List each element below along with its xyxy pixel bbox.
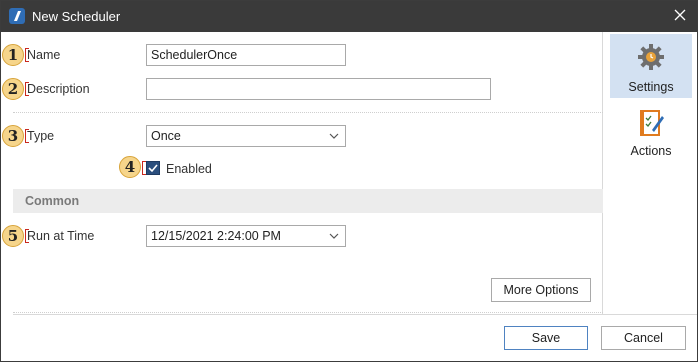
name-input[interactable]: SchedulerOnce [146,44,346,66]
window-title: New Scheduler [32,9,121,24]
callout-badge-5: 5 [2,225,24,247]
callout-badge-4: 4 [119,156,141,178]
run-at-time-picker[interactable]: 12/15/2021 2:24:00 PM [146,225,346,247]
type-select[interactable]: Once [146,125,346,147]
divider [13,112,603,113]
sidebar-item-label: Settings [628,80,674,94]
close-icon [674,9,686,24]
chevron-down-icon [329,230,339,244]
close-button[interactable] [665,2,695,31]
sidebar-item-settings[interactable]: Settings [610,34,692,98]
gear-icon [636,42,666,75]
name-label: Name [27,48,61,62]
chevron-down-icon [329,130,339,144]
section-header-common: Common [13,189,603,213]
settings-panel: 1 Name SchedulerOnce 2 Description 3 Typ… [2,32,603,314]
type-label: Type [27,129,55,143]
footer-divider [13,314,697,315]
description-input[interactable] [146,78,491,100]
description-label: Description [27,82,90,96]
clipboard-pencil-icon [636,108,666,141]
cancel-button[interactable]: Cancel [601,326,686,350]
run-at-time-value: 12/15/2021 2:24:00 PM [151,229,281,243]
enabled-label: Enabled [166,162,212,176]
sidebar-item-label: Actions [630,144,672,158]
sidebar: Settings Actions [604,32,697,314]
callout-badge-2: 2 [2,78,24,100]
run-at-time-label: Run at Time [27,229,95,243]
sidebar-item-actions[interactable]: Actions [610,98,692,162]
divider [13,312,603,313]
section-title: Common [25,194,80,208]
callout-badge-3: 3 [2,125,24,147]
type-select-value: Once [151,129,181,143]
more-options-button[interactable]: More Options [491,278,591,302]
enabled-checkbox[interactable] [146,161,160,175]
scheduler-dialog: New Scheduler 1 Name SchedulerOnce 2 Des… [0,0,698,362]
title-bar[interactable]: New Scheduler [1,1,697,32]
app-logo-icon [9,8,25,24]
callout-badge-1: 1 [2,44,24,66]
save-button[interactable]: Save [504,326,588,350]
